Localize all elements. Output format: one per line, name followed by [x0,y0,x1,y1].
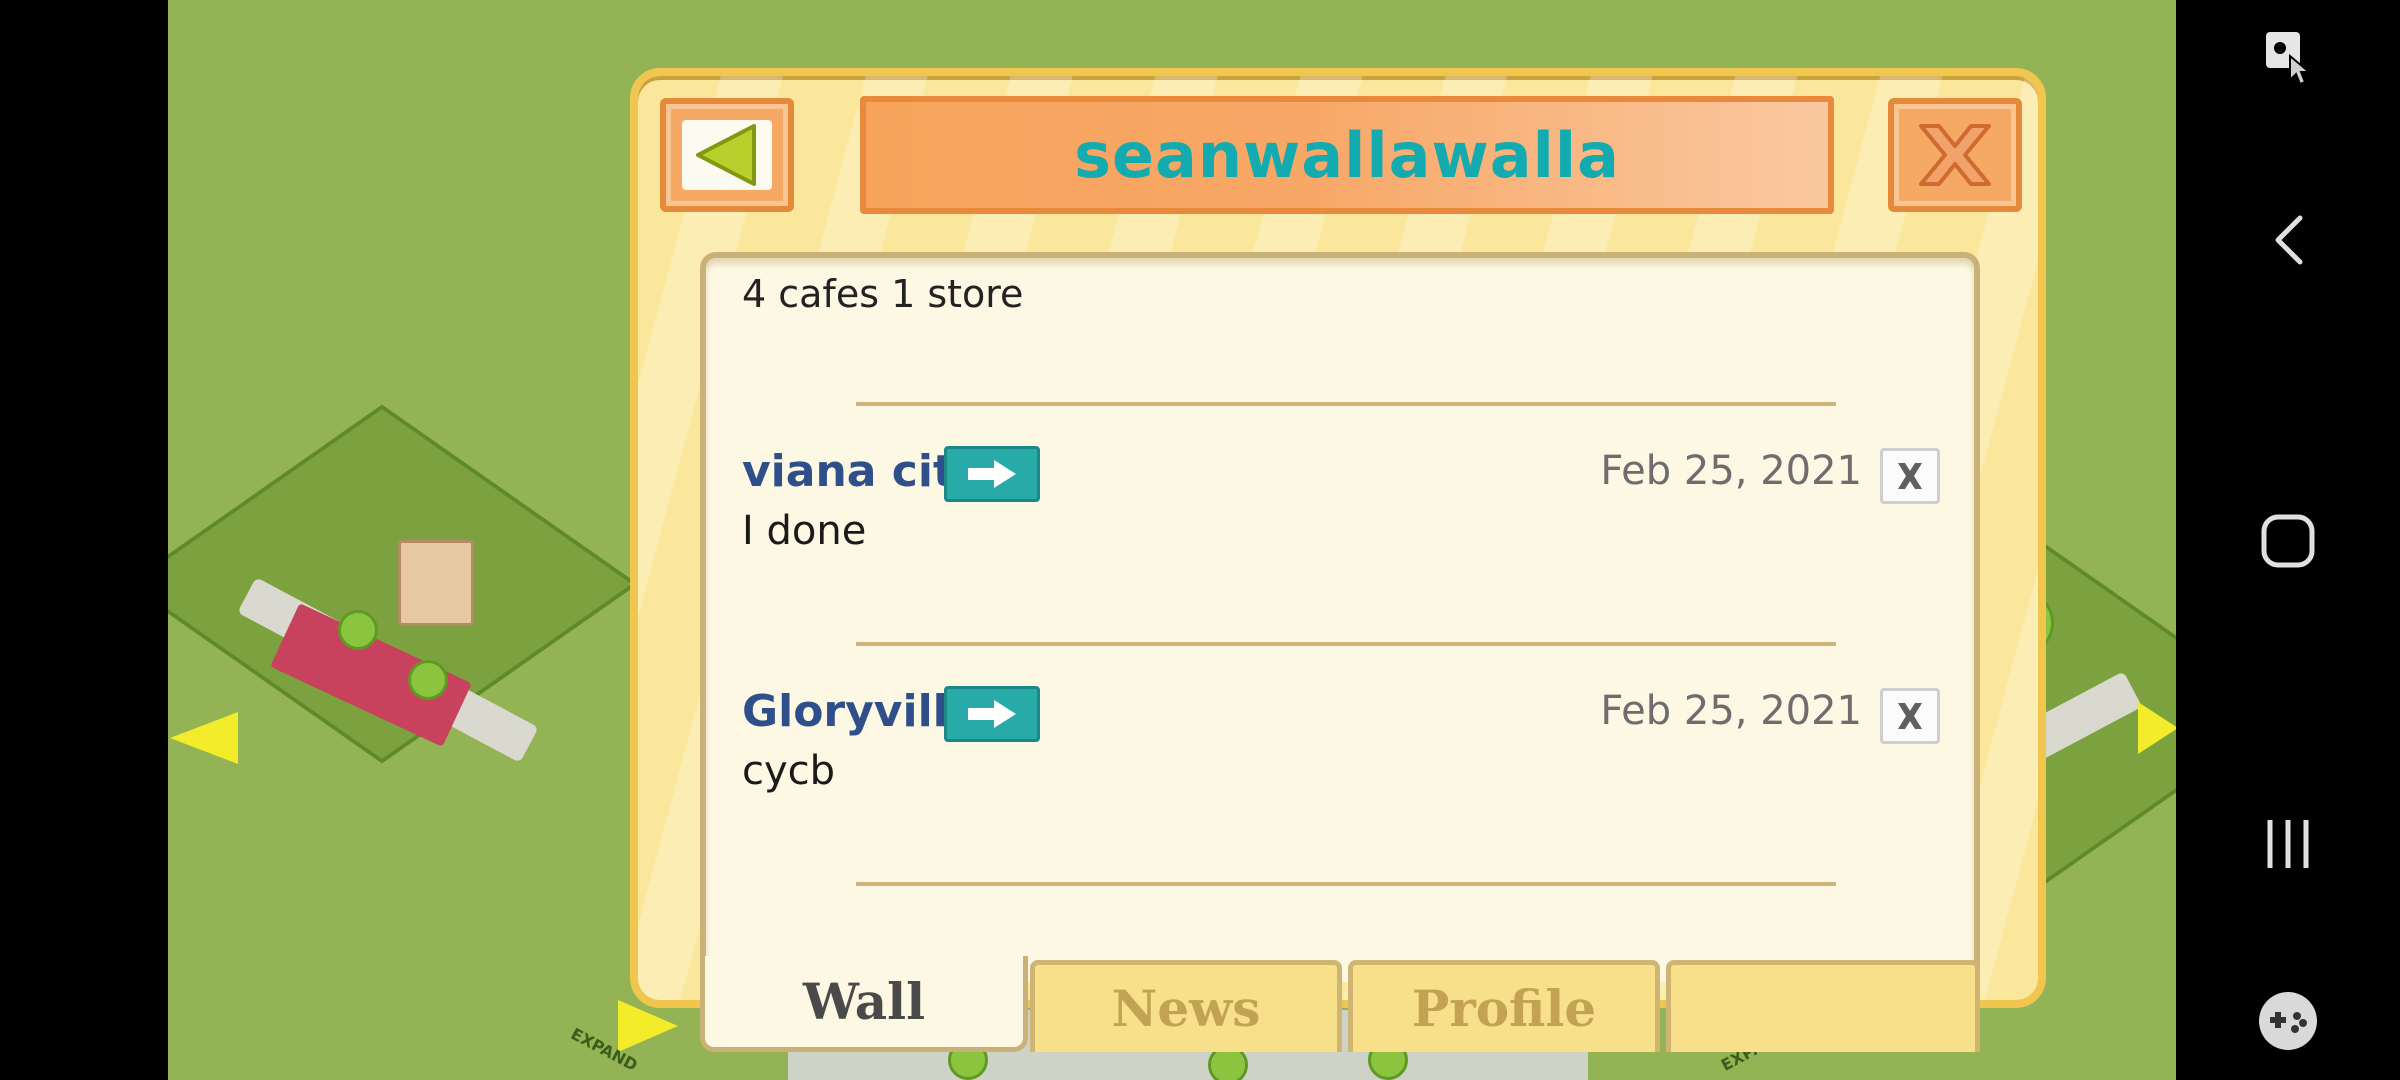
back-button[interactable] [660,98,794,212]
post-message: I done [742,508,867,554]
post-date: Feb 25, 2021 [1600,688,1862,734]
home-square-icon[interactable] [2259,512,2317,574]
system-nav-bar [2176,0,2400,1080]
back-arrow-icon [696,124,756,186]
expand-arrow-icon[interactable] [170,712,238,764]
visit-city-button[interactable] [944,686,1040,742]
tab-profile[interactable]: Profile [1348,960,1660,1052]
left-letterbox [0,0,168,1080]
wall-post-text: 4 cafes 1 store [742,272,1024,316]
close-button[interactable] [1888,98,2022,212]
divider [856,642,1836,646]
delete-x-icon [1898,703,1922,729]
map-tree [408,660,448,700]
delete-post-button[interactable] [1880,688,1940,744]
visit-city-button[interactable] [944,446,1040,502]
friend-wall-dialog: seanwallawalla 4 cafes 1 store viana cit… [630,68,2046,1052]
gamepad-icon[interactable] [2257,990,2319,1056]
tab-wall[interactable]: Wall [700,956,1028,1052]
recents-bars-icon[interactable] [2262,816,2314,876]
delete-post-button[interactable] [1880,448,1940,504]
divider [856,402,1836,406]
tab-bar: Wall News Profile [700,956,1980,1052]
post-date: Feb 25, 2021 [1600,448,1862,494]
close-button-face [1910,120,2000,190]
map-building [398,540,474,626]
tab-news[interactable]: News [1030,960,1342,1052]
screenshot-touch-icon[interactable] [2262,28,2314,90]
delete-x-icon [1898,463,1922,489]
divider [856,882,1836,886]
title-bar: seanwallawalla [860,96,1834,214]
game-map[interactable]: EXPAND EXPAND seanwallawalla 4 cafes 1 s… [168,0,2176,1080]
page-title: seanwallawalla [1074,118,1620,192]
post-message: cycb [742,748,836,794]
chevron-left-icon[interactable] [2268,212,2308,272]
post-author-link[interactable]: Gloryville [742,686,978,737]
arrow-right-icon [968,460,1016,488]
close-x-icon [1919,124,1991,186]
tab-empty[interactable] [1666,960,1980,1052]
map-tree [338,610,378,650]
arrow-right-icon [968,700,1016,728]
back-button-face [682,120,772,190]
wall-content-panel[interactable]: 4 cafes 1 store viana city Feb 25, 2021 … [700,252,1980,982]
expand-arrow-icon[interactable] [2138,702,2176,754]
